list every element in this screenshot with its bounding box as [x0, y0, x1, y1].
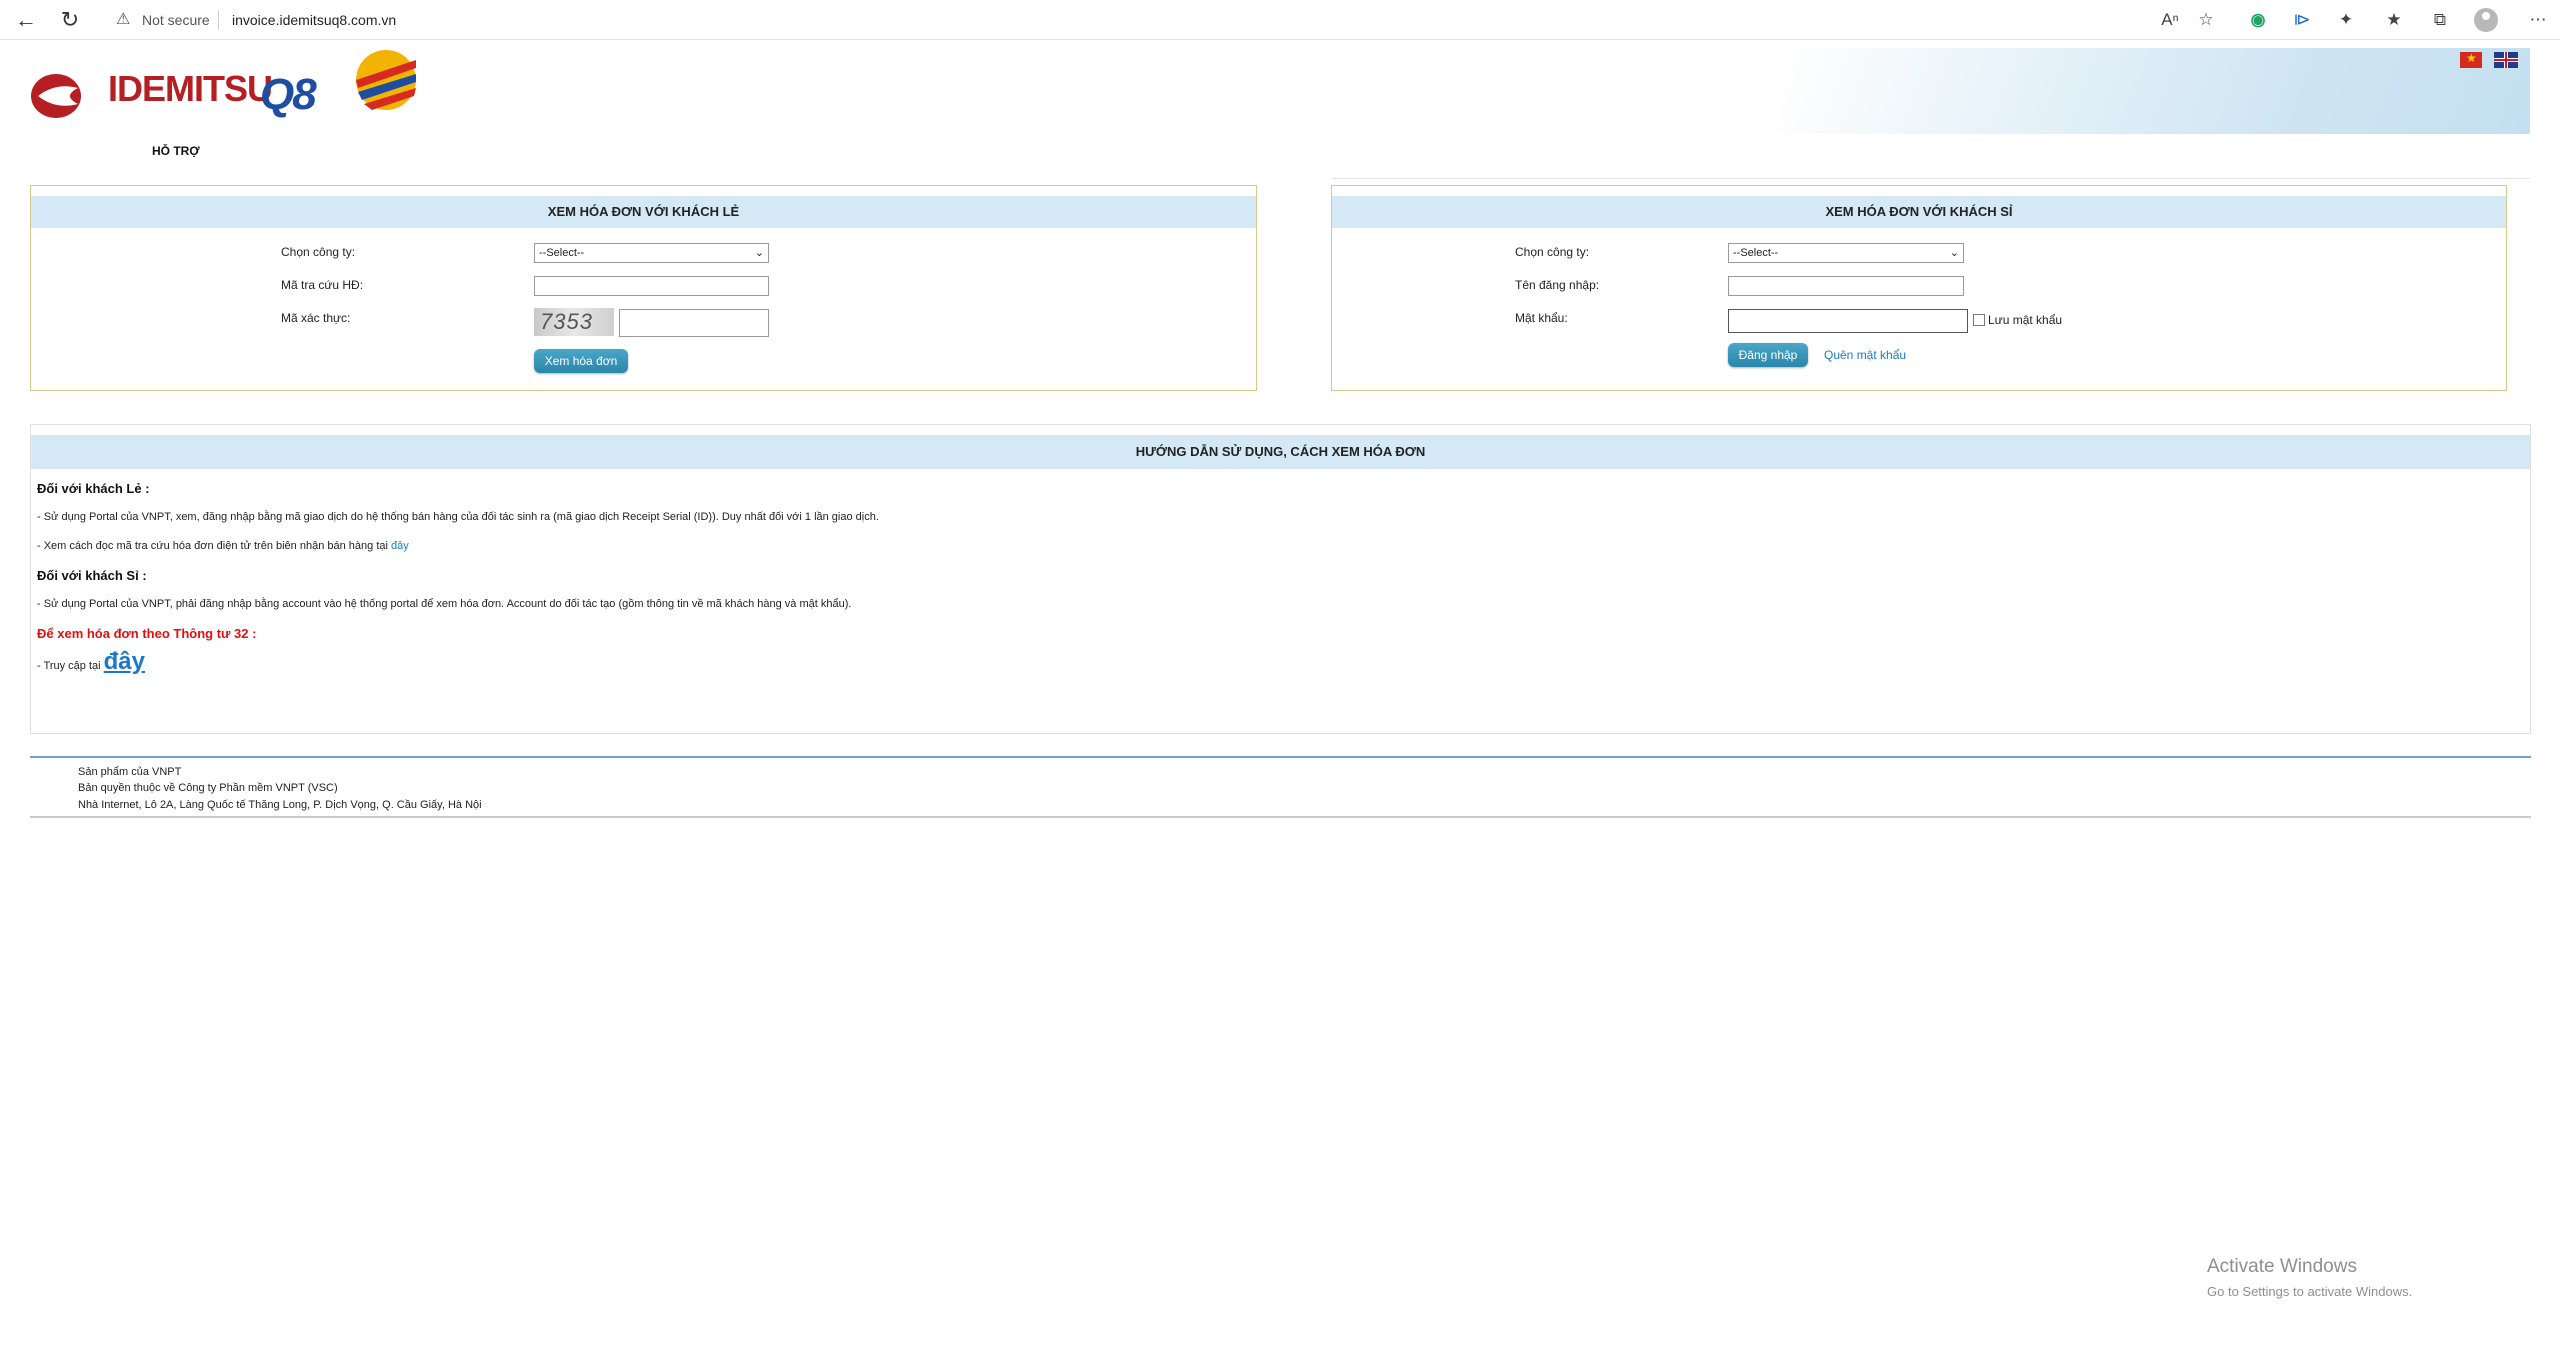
activate-windows-title: Activate Windows	[2207, 1256, 2357, 1277]
logo-text: IDEMITSU	[108, 68, 273, 109]
login-button[interactable]: Đăng nhập	[1728, 343, 1808, 367]
wholesale-title: XEM HÓA ĐƠN VỚI KHÁCH SỈ	[1332, 196, 2506, 228]
password-label: Mật khẩu:	[1515, 311, 1568, 325]
more-menu-icon[interactable]: ⋯	[2526, 8, 2550, 32]
footer-line3: Nhà Internet, Lô 2A, Làng Quốc tế Thăng …	[78, 799, 482, 811]
retail-guide-link[interactable]: đây	[391, 540, 409, 552]
username-input[interactable]	[1728, 276, 1964, 296]
wholesale-company-select[interactable]: --Select-- ⌄	[1728, 243, 1964, 263]
idemitsu-q8-logo[interactable]: IDEMITSU Q8	[26, 46, 416, 124]
uk-flag-icon[interactable]	[2494, 52, 2518, 68]
chevron-down-icon: ⌄	[754, 247, 764, 259]
retail-captcha-label: Mã xác thực:	[281, 311, 351, 325]
favorite-star-icon[interactable]: ☆	[2194, 8, 2218, 32]
vietnam-flag-icon[interactable]	[2460, 51, 2482, 68]
view-invoice-button[interactable]: Xem hóa đơn	[534, 349, 628, 373]
back-arrow-icon[interactable]: ←	[12, 6, 40, 34]
url-text[interactable]: invoice.idemitsuq8.com.vn	[232, 5, 396, 35]
activate-windows-subtitle: Go to Settings to activate Windows.	[2207, 1284, 2413, 1299]
grammarly-icon[interactable]: ◉	[2246, 8, 2270, 32]
collections-icon[interactable]: ⧉	[2428, 8, 2452, 32]
support-link[interactable]: HỖ TRỢ	[152, 144, 200, 158]
read-aloud-icon[interactable]: Aⁿ	[2158, 8, 2182, 32]
refresh-icon[interactable]: ↻	[56, 6, 84, 34]
circular-32-heading: Để xem hóa đơn theo Thông tư 32 :	[37, 626, 257, 641]
wholesale-company-label: Chọn công ty:	[1515, 245, 1590, 259]
retail-lookup-label: Mã tra cứu HĐ:	[281, 278, 364, 292]
retail-company-label: Chọn công ty:	[281, 245, 356, 259]
access-link[interactable]: đây	[104, 648, 145, 675]
retail-guide-line2: - Xem cách đọc mã tra cứu hóa đơn điện t…	[37, 540, 409, 552]
retail-lookup-input[interactable]	[534, 276, 769, 296]
header-banner	[1780, 48, 2530, 134]
username-label: Tên đăng nhập:	[1515, 278, 1600, 292]
profile-avatar[interactable]	[2474, 8, 2498, 32]
retail-panel: XEM HÓA ĐƠN VỚI KHÁCH LẺ Chọn công ty: -…	[30, 185, 1257, 391]
captcha-input[interactable]	[619, 309, 769, 337]
remember-label: Lưu mật khẩu	[1988, 313, 2063, 327]
page-footer: Sản phẩm của VNPT Bản quyền thuộc về Côn…	[30, 756, 2531, 818]
favorites-icon[interactable]: ★	[2382, 8, 2406, 32]
logo-q8: Q8	[260, 70, 317, 119]
guide-title: HƯỚNG DẪN SỬ DỤNG, CÁCH XEM HÓA ĐƠN	[31, 435, 2530, 469]
address-bar[interactable]: ⚠ Not secure invoice.idemitsuq8.com.vn	[100, 5, 2185, 35]
chevron-down-icon: ⌄	[1949, 247, 1959, 259]
wholesale-guide-line1: - Sử dụng Portal của VNPT, phải đăng nhậ…	[37, 598, 852, 610]
retail-title: XEM HÓA ĐƠN VỚI KHÁCH LẺ	[31, 196, 1256, 228]
extension-icon[interactable]: ⧐	[2290, 8, 2314, 32]
captcha-image: 7353	[534, 308, 614, 336]
footer-line2: Bản quyền thuộc về Công ty Phần mềm VNPT…	[78, 782, 338, 794]
warning-icon: ⚠	[116, 11, 131, 28]
guide-section: HƯỚNG DẪN SỬ DỤNG, CÁCH XEM HÓA ĐƠN Đối …	[30, 424, 2531, 734]
puzzle-icon[interactable]: ✦	[2334, 8, 2358, 32]
retail-guide-line1: - Sử dụng Portal của VNPT, xem, đăng nhậ…	[37, 511, 879, 523]
password-input[interactable]	[1728, 309, 1968, 333]
wholesale-guide-heading: Đối với khách Sỉ :	[37, 568, 147, 583]
access-line: - Truy cập tại đây	[37, 648, 145, 675]
retail-company-select[interactable]: --Select-- ⌄	[534, 243, 769, 263]
remember-checkbox[interactable]	[1973, 314, 1985, 326]
forgot-password-link[interactable]: Quên mật khẩu	[1824, 348, 1906, 362]
footer-line1: Sản phẩm của VNPT	[78, 766, 182, 778]
retail-guide-heading: Đối với khách Lẻ :	[37, 481, 150, 496]
security-label: Not secure	[142, 12, 210, 28]
browser-toolbar: ← ↻ ⚠ Not secure invoice.idemitsuq8.com.…	[0, 0, 2560, 40]
wholesale-panel: XEM HÓA ĐƠN VỚI KHÁCH SỈ Chọn công ty: -…	[1331, 185, 2507, 391]
